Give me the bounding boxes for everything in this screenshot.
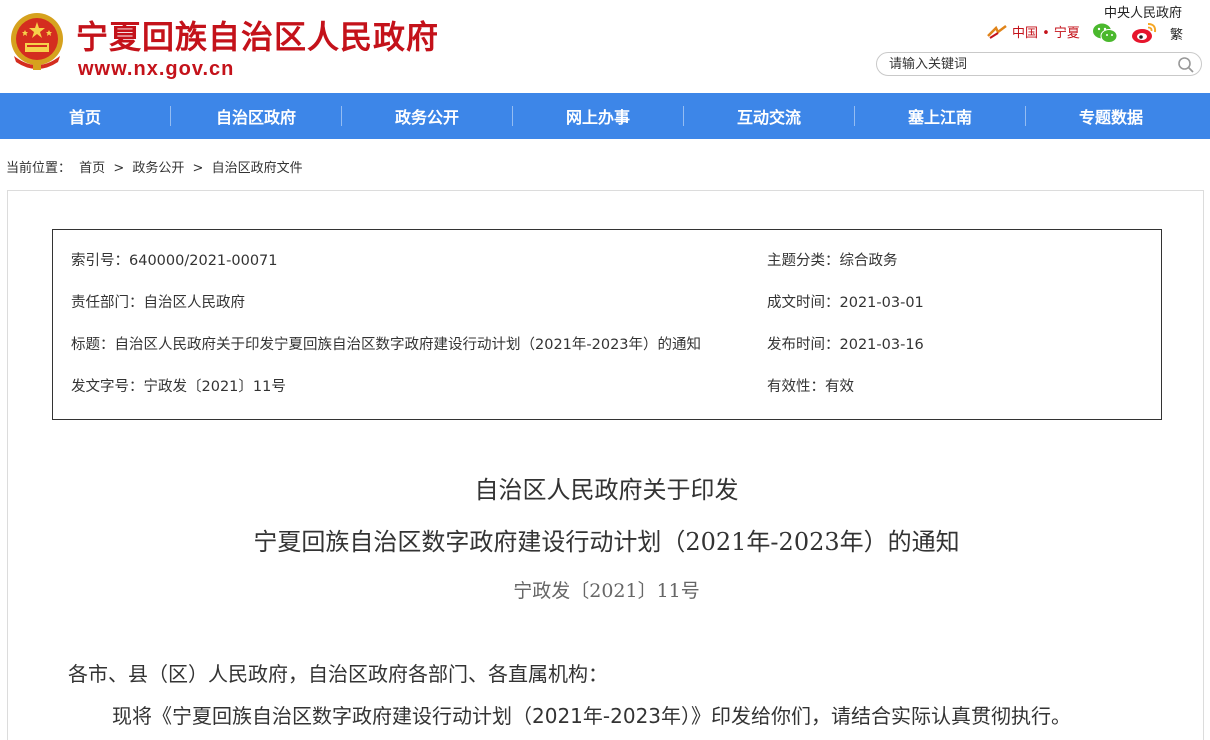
meta-topic: 主题分类：综合政务 [767, 249, 898, 270]
meta-written-date-label: 成文时间： [767, 295, 840, 311]
meta-publish-date-value: 2021-03-16 [839, 337, 924, 353]
search-input[interactable] [889, 56, 1169, 73]
nav-item-interaction[interactable]: 互动交流 [684, 93, 854, 139]
meta-title: 标题：自治区人民政府关于印发宁夏回族自治区数字政府建设行动计划（2021年-20… [71, 333, 701, 354]
breadcrumb-prefix: 当前位置： [6, 161, 72, 176]
nav-item-jiangnan[interactable]: 塞上江南 [855, 93, 1025, 139]
meta-department-value: 自治区人民政府 [143, 295, 246, 311]
document-salutation: 各市、县（区）人民政府，自治区政府各部门、各直属机构： [68, 662, 608, 686]
article-panel: 索引号：640000/2021-00071 主题分类：综合政务 责任部门：自治区… [7, 190, 1204, 740]
meta-validity-value: 有效 [825, 379, 854, 395]
region-logo-icon [987, 24, 1007, 39]
meta-department-label: 责任部门： [71, 295, 144, 311]
meta-validity: 有效性：有效 [767, 375, 854, 396]
nav-item-home[interactable]: 首页 [0, 93, 170, 139]
breadcrumb-item-home[interactable]: 首页 [79, 161, 105, 176]
document-metadata-box: 索引号：640000/2021-00071 主题分类：综合政务 责任部门：自治区… [52, 229, 1162, 420]
nav-item-topic-data[interactable]: 专题数据 [1026, 93, 1196, 139]
breadcrumb-separator: > [113, 161, 125, 176]
breadcrumb-separator: > [192, 161, 204, 176]
meta-index-value: 640000/2021-00071 [129, 253, 278, 269]
meta-topic-value: 综合政务 [839, 253, 898, 269]
meta-written-date-value: 2021-03-01 [839, 295, 924, 311]
site-title[interactable]: 宁夏回族自治区人民政府 [76, 12, 439, 58]
document-title-line2: 宁夏回族自治区数字政府建设行动计划（2021年-2023年）的通知 [253, 528, 960, 556]
meta-topic-label: 主题分类： [767, 253, 840, 269]
search-box [876, 52, 1202, 76]
meta-publish-date-label: 发布时间： [767, 337, 840, 353]
meta-doc-number: 发文字号：宁政发〔2021〕11号 [71, 375, 286, 396]
region-link-label: 中国 • 宁夏 [1012, 26, 1080, 41]
meta-index: 索引号：640000/2021-00071 [71, 249, 278, 270]
national-emblem-icon [11, 13, 63, 70]
traditional-chinese-toggle[interactable]: 繁 [1170, 24, 1183, 43]
document-number: 宁政发〔2021〕11号 [513, 580, 700, 602]
nav-item-government[interactable]: 自治区政府 [171, 93, 341, 139]
breadcrumb: 当前位置： 首页 > 政务公开 > 自治区政府文件 [6, 157, 307, 176]
wechat-icon[interactable] [1092, 22, 1118, 44]
meta-validity-label: 有效性： [767, 379, 825, 395]
search-icon[interactable] [1177, 56, 1195, 74]
meta-doc-number-label: 发文字号： [71, 379, 144, 395]
site-url[interactable]: www.nx.gov.cn [78, 58, 234, 81]
meta-written-date: 成文时间：2021-03-01 [767, 291, 924, 312]
meta-index-label: 索引号： [71, 253, 129, 269]
central-government-link[interactable]: 中央人民政府 [1104, 2, 1182, 21]
meta-doc-number-value: 宁政发〔2021〕11号 [143, 379, 286, 395]
site-header: 宁夏回族自治区人民政府 www.nx.gov.cn 中央人民政府 中国 • 宁夏… [0, 0, 1210, 93]
meta-title-label: 标题： [71, 337, 115, 353]
document-title-line1: 自治区人民政府关于印发 [474, 476, 739, 504]
weibo-icon[interactable] [1130, 21, 1158, 45]
document-body-paragraph: 现将《宁夏回族自治区数字政府建设行动计划（2021年-2023年）》印发给你们，… [112, 704, 1072, 728]
breadcrumb-item-affairs[interactable]: 政务公开 [132, 161, 184, 176]
meta-department: 责任部门：自治区人民政府 [71, 291, 245, 312]
main-nav: 首页 自治区政府 政务公开 网上办事 互动交流 塞上江南 专题数据 [0, 93, 1210, 139]
breadcrumb-item-gov-documents[interactable]: 自治区政府文件 [212, 161, 303, 176]
meta-title-value: 自治区人民政府关于印发宁夏回族自治区数字政府建设行动计划（2021年-2023年… [114, 337, 702, 353]
nav-item-government-affairs[interactable]: 政务公开 [342, 93, 512, 139]
china-ningxia-link[interactable]: 中国 • 宁夏 [986, 22, 1080, 41]
nav-item-online-services[interactable]: 网上办事 [513, 93, 683, 139]
meta-publish-date: 发布时间：2021-03-16 [767, 333, 924, 354]
